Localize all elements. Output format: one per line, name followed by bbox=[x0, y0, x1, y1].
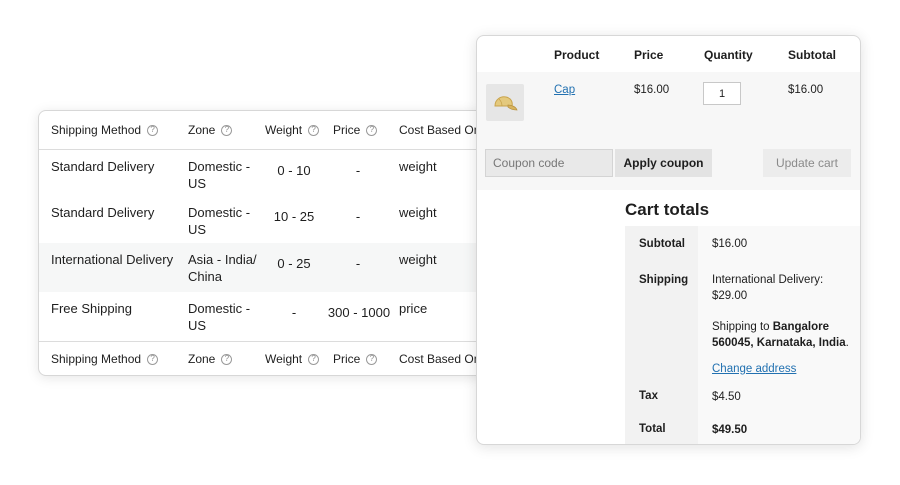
weight-range-cell: 0 - 25 bbox=[277, 256, 311, 271]
cart-totals-table: Subtotal Shipping Tax Total $16.00 Inter… bbox=[625, 226, 860, 444]
header-label: Shipping Method bbox=[51, 122, 142, 137]
column-footer-weight[interactable]: Weight ? bbox=[265, 342, 323, 375]
shipping-rules-table: Shipping Method ? Zone ? Weight ? Price … bbox=[38, 110, 498, 376]
weight-range-cell: 0 - 10 bbox=[277, 163, 311, 178]
tax-value: $4.50 bbox=[712, 391, 741, 403]
shipping-method-cell: Free Shipping bbox=[51, 301, 132, 316]
cost-based-on-cell: weight bbox=[399, 205, 437, 220]
totals-value-column: $16.00 International Delivery: $29.00 Sh… bbox=[698, 226, 860, 444]
help-icon[interactable]: ? bbox=[221, 353, 233, 365]
column-header-weight[interactable]: Weight ? bbox=[265, 111, 323, 149]
weight-range-cell: - bbox=[291, 305, 297, 320]
column-header-price[interactable]: Price ? bbox=[333, 111, 393, 149]
help-icon[interactable]: ? bbox=[308, 124, 320, 136]
shipping-method-name: International Delivery: bbox=[712, 274, 824, 286]
help-icon[interactable]: ? bbox=[221, 124, 233, 136]
shipping-address-region: 560045, Karnataka, India bbox=[712, 337, 846, 349]
column-header-zone[interactable]: Zone ? bbox=[188, 111, 266, 149]
total-label: Total bbox=[639, 423, 666, 435]
subtotal-value: $16.00 bbox=[712, 238, 748, 250]
price-range-cell: - bbox=[355, 256, 361, 271]
shipping-method-cell: Standard Delivery bbox=[51, 205, 155, 220]
total-value: $49.50 bbox=[712, 424, 748, 436]
shipping-to-prefix: Shipping to bbox=[712, 321, 773, 333]
item-subtotal: $16.00 bbox=[788, 84, 824, 96]
header-label: Weight bbox=[265, 122, 303, 137]
table-row[interactable]: Standard Delivery Domestic - US 0 - 10 -… bbox=[39, 150, 497, 198]
table-row[interactable]: Free Shipping Domestic - US - 300 - 1000… bbox=[39, 292, 497, 341]
shipping-address-end: . bbox=[845, 337, 849, 349]
header-label: Price bbox=[333, 122, 361, 137]
totals-label-column: Subtotal Shipping Tax Total bbox=[625, 226, 698, 444]
help-icon[interactable]: ? bbox=[366, 353, 378, 365]
column-header-shipping-method[interactable]: Shipping Method ? bbox=[51, 111, 159, 149]
shipping-method-cell: Standard Delivery bbox=[51, 159, 155, 174]
column-footer-zone[interactable]: Zone ? bbox=[188, 342, 266, 375]
column-header-cost-based-on[interactable]: Cost Based On bbox=[399, 111, 480, 149]
footer-label: Cost Based On bbox=[399, 351, 481, 366]
tax-label: Tax bbox=[639, 390, 658, 402]
price-range-cell: 300 - 1000 bbox=[327, 305, 391, 320]
cart-header-subtotal: Subtotal bbox=[788, 48, 836, 62]
cart-header-quantity: Quantity bbox=[704, 48, 753, 62]
help-icon[interactable]: ? bbox=[366, 124, 378, 136]
footer-label: Weight bbox=[265, 351, 303, 366]
table-header-row: Shipping Method ? Zone ? Weight ? Price … bbox=[39, 111, 497, 150]
footer-label: Zone bbox=[188, 351, 216, 366]
column-footer-price[interactable]: Price ? bbox=[333, 342, 393, 375]
shipping-cost: $29.00 bbox=[712, 290, 748, 302]
zone-cell: Domestic - US bbox=[188, 159, 251, 191]
zone-cell: Domestic - US bbox=[188, 301, 251, 333]
cart-actions-row: Apply coupon Update cart bbox=[477, 142, 860, 190]
change-address-link[interactable]: Change address bbox=[712, 361, 796, 377]
price-range-cell: - bbox=[355, 163, 361, 178]
subtotal-label: Subtotal bbox=[639, 238, 685, 250]
shipping-label: Shipping bbox=[639, 274, 689, 286]
table-row[interactable]: International Delivery Asia - India/ Chi… bbox=[39, 243, 497, 292]
cost-based-on-cell: weight bbox=[399, 252, 437, 267]
apply-coupon-button[interactable]: Apply coupon bbox=[615, 149, 712, 177]
column-footer-shipping-method[interactable]: Shipping Method ? bbox=[51, 342, 159, 375]
shipping-method-cell: International Delivery bbox=[51, 252, 174, 267]
footer-label: Shipping Method bbox=[51, 351, 142, 366]
zone-cell: Asia - India/ China bbox=[188, 252, 257, 284]
item-price: $16.00 bbox=[634, 84, 670, 96]
cart-header-price: Price bbox=[634, 48, 664, 62]
footer-label: Price bbox=[333, 351, 361, 366]
quantity-input[interactable] bbox=[703, 82, 741, 105]
header-label: Cost Based On bbox=[399, 122, 481, 137]
zone-cell: Domestic - US bbox=[188, 205, 251, 237]
help-icon[interactable]: ? bbox=[147, 353, 159, 365]
cost-based-on-cell: weight bbox=[399, 159, 437, 174]
update-cart-button[interactable]: Update cart bbox=[763, 149, 851, 177]
help-icon[interactable]: ? bbox=[308, 353, 320, 365]
cost-based-on-cell: price bbox=[399, 301, 428, 316]
column-footer-cost-based-on[interactable]: Cost Based On bbox=[399, 342, 481, 375]
cap-thumbnail-icon[interactable] bbox=[486, 84, 524, 121]
help-icon[interactable]: ? bbox=[147, 124, 159, 136]
product-link-cap[interactable]: Cap bbox=[554, 84, 575, 96]
shipping-address-city: Bangalore bbox=[772, 321, 829, 333]
table-footer-row: Shipping Method ? Zone ? Weight ? Price … bbox=[39, 341, 497, 375]
cart-table-header: Product Price Quantity Subtotal bbox=[477, 36, 860, 72]
shipping-destination: Shipping to Bangalore 560045, Karnataka, … bbox=[712, 319, 860, 351]
cart-totals-title: Cart totals bbox=[625, 200, 710, 219]
cart-header-product: Product bbox=[554, 48, 600, 62]
table-row[interactable]: Standard Delivery Domestic - US 10 - 25 … bbox=[39, 198, 497, 243]
coupon-code-input[interactable] bbox=[485, 149, 613, 177]
weight-range-cell: 10 - 25 bbox=[273, 209, 315, 224]
header-label: Zone bbox=[188, 122, 216, 137]
cart-panel: Product Price Quantity Subtotal Cap $16.… bbox=[476, 35, 861, 445]
price-range-cell: - bbox=[355, 209, 361, 224]
